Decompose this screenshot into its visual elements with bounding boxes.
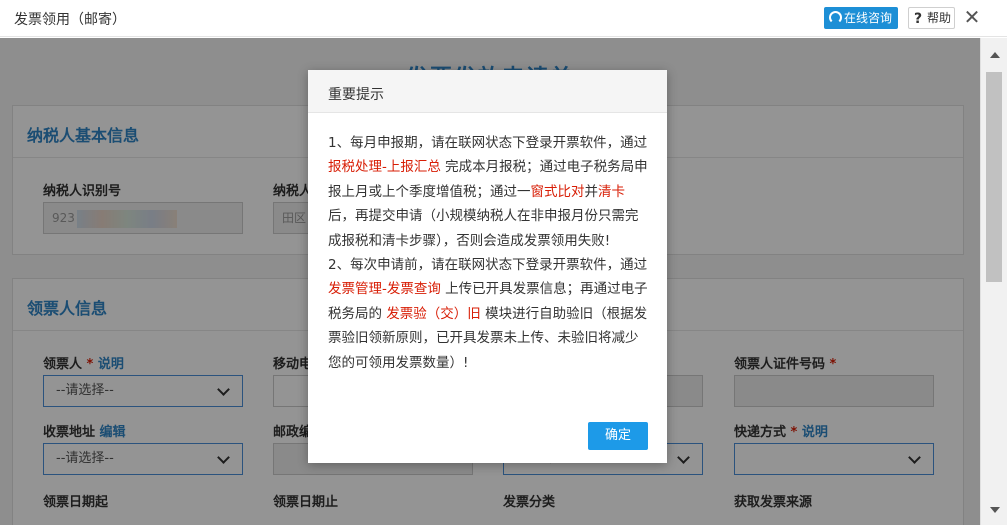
close-button[interactable]: ✕ — [963, 6, 981, 28]
notice-p2-seg: 发票管理-发票查询 — [328, 281, 441, 298]
question-icon: ? — [914, 11, 923, 27]
scroll-down-icon[interactable] — [990, 507, 1000, 513]
window-title: 发票领用（邮寄） — [14, 12, 126, 28]
notice-p2-seg: 发票验（交）旧 — [386, 305, 481, 322]
notice-p1-seg: 清卡 — [598, 183, 625, 200]
notice-paragraph-2: 2、每次申请前，请在联网状态下登录开票软件，通过 发票管理-发票查询 上传已开具… — [328, 253, 650, 375]
headset-icon — [829, 11, 842, 24]
confirm-button[interactable]: 确定 — [588, 422, 648, 450]
important-notice-dialog: 重要提示 1、每月申报期，请在联网状态下登录开票软件，通过报税处理-上报汇总 完… — [308, 70, 667, 463]
notice-paragraph-1: 1、每月申报期，请在联网状态下登录开票软件，通过报税处理-上报汇总 完成本月报税… — [328, 131, 650, 253]
dialog-body: 1、每月申报期，请在联网状态下登录开票软件，通过报税处理-上报汇总 完成本月报税… — [328, 131, 650, 375]
scroll-thumb[interactable] — [986, 72, 1002, 282]
notice-p1-seg: 报税处理-上报汇总 — [328, 159, 441, 176]
notice-p1-seg: 窗式比对 — [530, 183, 585, 200]
page-scrollbar[interactable] — [980, 38, 1007, 525]
notice-p1-seg: 后，再提交申请（小规模纳税人在非申报月份只需完成报税和清卡步骤），否则会造成发票… — [328, 208, 639, 249]
help-label: 帮助 — [927, 11, 952, 25]
dialog-title: 重要提示 — [308, 70, 667, 113]
notice-p1-seg: 1、每月申报期，请在联网状态下登录开票软件，通过 — [328, 135, 648, 151]
scroll-up-icon[interactable] — [990, 52, 1000, 58]
online-consult-button[interactable]: 在线咨询 — [824, 7, 898, 29]
help-button[interactable]: ? 帮助 — [908, 7, 955, 29]
notice-p2-seg: 2、每次申请前，请在联网状态下登录开票软件，通过 — [328, 257, 648, 274]
title-bar: 发票领用（邮寄） 在线咨询 ? 帮助 ✕ — [0, 0, 1007, 37]
notice-p1-seg: 并 — [584, 183, 599, 200]
online-consult-label: 在线咨询 — [844, 11, 893, 25]
